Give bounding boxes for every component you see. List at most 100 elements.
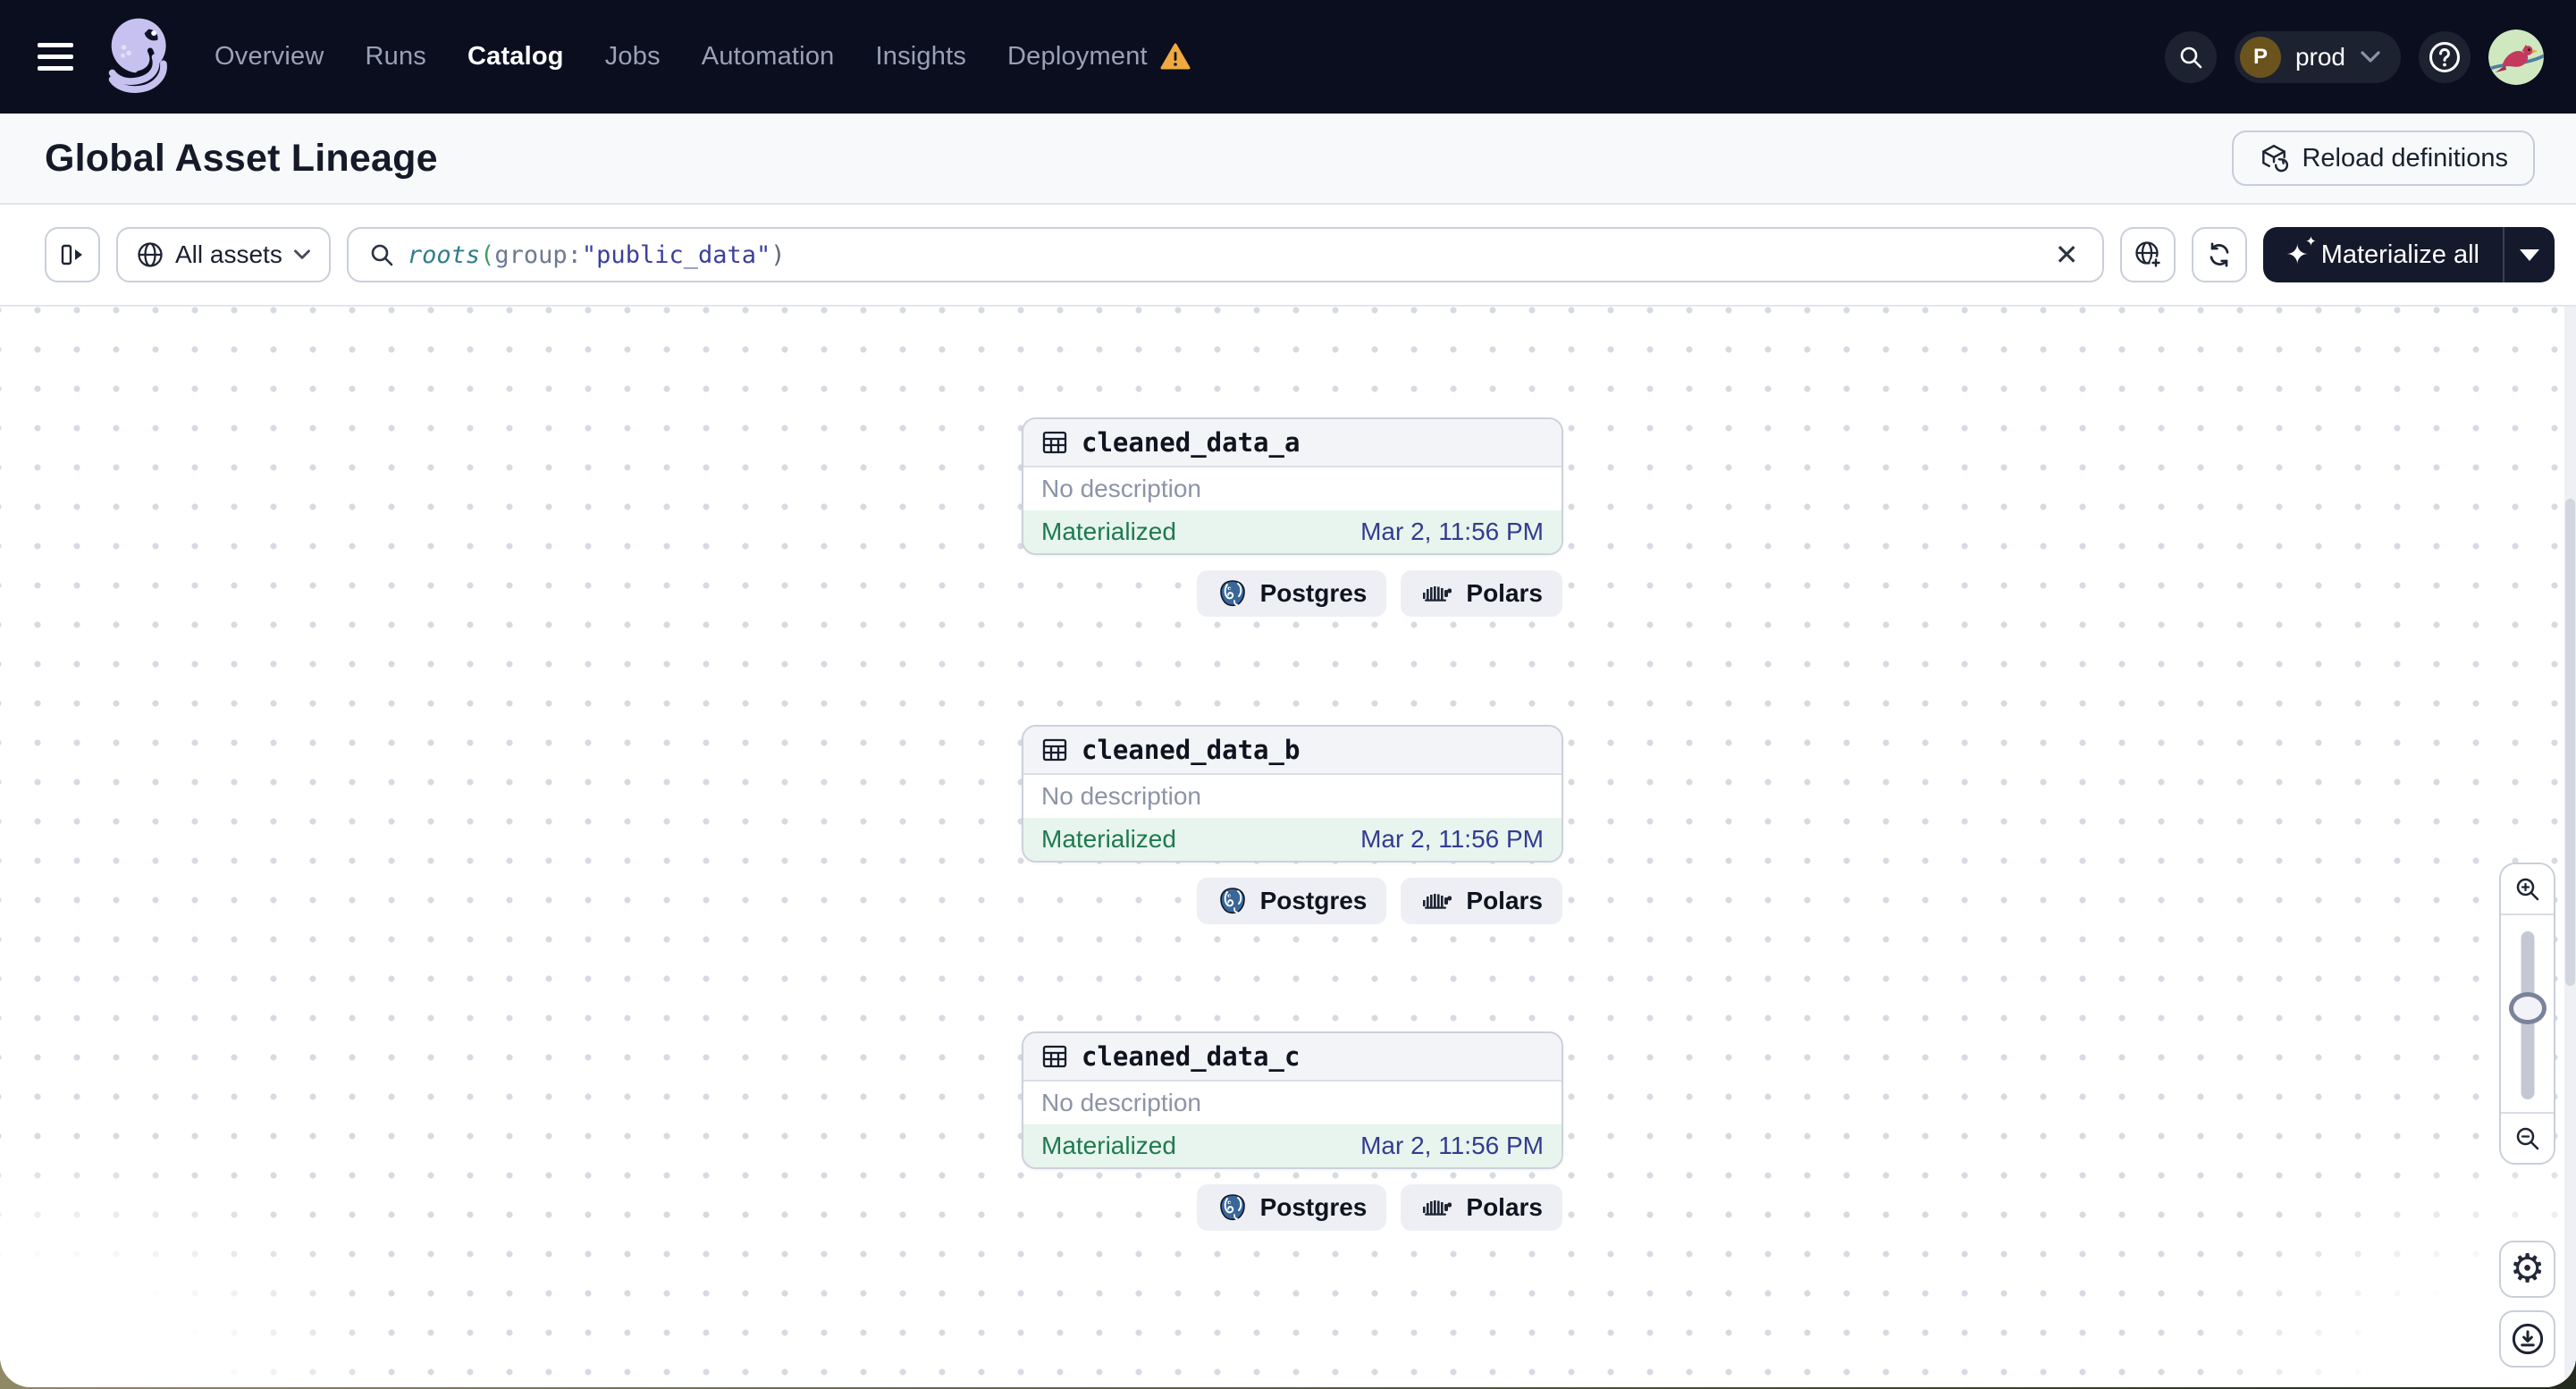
asset-kind-tags: Postgres Polars [1196, 878, 1562, 924]
zoom-in-button[interactable] [2501, 864, 2554, 915]
globe-plus-icon [2134, 241, 2162, 269]
asset-node-footer: Materialized Mar 2, 11:56 PM [1023, 1124, 1562, 1167]
asset-timestamp[interactable]: Mar 2, 11:56 PM [1360, 825, 1544, 854]
graph-settings-button[interactable]: ⚙ [2499, 1241, 2555, 1298]
refresh-button[interactable] [2191, 227, 2247, 282]
asset-name: cleaned_data_c [1082, 1041, 1301, 1072]
help-button[interactable] [2419, 30, 2471, 83]
kind-label: Postgres [1259, 1193, 1368, 1221]
asset-node-footer: Materialized Mar 2, 11:56 PM [1023, 818, 1562, 861]
page-title: Global Asset Lineage [45, 136, 438, 180]
query-token: group [494, 240, 568, 269]
kind-label: Polars [1466, 1193, 1543, 1221]
globe-icon [138, 242, 163, 267]
search-icon [371, 244, 393, 266]
dagster-logo[interactable] [104, 14, 177, 100]
user-avatar[interactable] [2488, 29, 2544, 85]
new-selection-button[interactable] [2119, 227, 2176, 282]
asset-node-cleaned-data-c[interactable]: cleaned_data_c No description Materializ… [1022, 1031, 1563, 1169]
asset-node-cleaned-data-a[interactable]: cleaned_data_a No description Materializ… [1022, 417, 1563, 555]
query-token: ( [480, 240, 495, 269]
asset-kind-tags: Postgres Polars [1196, 1184, 1562, 1231]
asset-node-cleaned-data-b[interactable]: cleaned_data_b No description Materializ… [1022, 725, 1563, 863]
nav-item-catalog[interactable]: Catalog [467, 42, 564, 72]
asset-node-body: No description [1023, 775, 1562, 818]
kind-label: Polars [1466, 887, 1543, 914]
query-token: ) [770, 240, 786, 269]
deployment-avatar: P [2239, 36, 2281, 78]
kind-tag-postgres[interactable]: Postgres [1196, 570, 1387, 617]
materialize-all-label: Materialize all [2320, 240, 2479, 269]
asset-description: No description [1041, 782, 1201, 810]
nav-item-insights[interactable]: Insights [875, 42, 966, 72]
kind-label: Postgres [1259, 887, 1368, 914]
kind-tag-postgres[interactable]: Postgres [1196, 878, 1387, 924]
polars-icon [1423, 1200, 1452, 1216]
asset-scope-label: All assets [175, 240, 282, 268]
deployment-name: prod [2294, 42, 2345, 71]
reload-code-location-icon [2262, 144, 2289, 173]
zoom-slider[interactable] [2501, 915, 2554, 1112]
primary-nav: Overview Runs Catalog Jobs Automation In… [215, 42, 1191, 72]
zoom-slider-thumb[interactable] [2508, 992, 2547, 1024]
caret-down-icon [2520, 248, 2539, 261]
asset-kind-tags: Postgres Polars [1196, 570, 1562, 617]
query-token: "public_data" [581, 240, 771, 269]
table-icon [1042, 1045, 1067, 1068]
clear-query-icon[interactable]: ✕ [2051, 237, 2083, 273]
asset-node-body: No description [1023, 1082, 1562, 1124]
top-nav: Overview Runs Catalog Jobs Automation In… [0, 0, 2576, 114]
asset-status: Materialized [1041, 518, 1176, 545]
asset-node-header: cleaned_data_b [1023, 727, 1562, 775]
asset-status: Materialized [1041, 825, 1176, 853]
kind-label: Polars [1466, 579, 1543, 607]
materialize-split-button: ✦ ✦ Materialize all [2262, 227, 2555, 282]
dagster-octopus-icon [108, 18, 167, 93]
asset-name: cleaned_data_b [1082, 735, 1301, 765]
nav-item-deployment[interactable]: Deployment [1007, 42, 1148, 72]
kind-tag-polars[interactable]: Polars [1401, 570, 1562, 617]
asset-selection-query: roots(group: "public_data") [408, 241, 2039, 269]
open-panel-button[interactable] [45, 227, 100, 282]
asset-description: No description [1041, 1089, 1201, 1116]
menu-icon[interactable] [38, 43, 73, 71]
nav-item-jobs[interactable]: Jobs [605, 42, 661, 72]
sparkles-icon: ✦ ✦ [2286, 233, 2317, 270]
asset-timestamp[interactable]: Mar 2, 11:56 PM [1360, 1132, 1544, 1160]
reload-definitions-label: Reload definitions [2302, 143, 2508, 173]
lineage-toolbar: All assets roots(group:"public_data") ✕ [0, 205, 2576, 307]
kind-tag-polars[interactable]: Polars [1401, 1184, 1562, 1231]
nav-right-cluster: P prod [2164, 29, 2544, 85]
deployment-switcher[interactable]: P prod [2234, 30, 2401, 83]
lineage-graph-canvas[interactable]: cleaned_data_a No description Materializ… [0, 307, 2576, 1387]
download-icon [2512, 1323, 2543, 1355]
polars-icon [1423, 894, 1452, 909]
asset-description: No description [1041, 475, 1201, 502]
chevron-down-icon [293, 249, 310, 259]
warning-icon [1160, 43, 1191, 70]
table-icon [1042, 738, 1067, 762]
postgres-icon [1219, 580, 1245, 607]
nav-item-automation[interactable]: Automation [702, 42, 835, 72]
query-token: : [567, 240, 582, 269]
search-icon [2180, 46, 2202, 68]
kind-tag-polars[interactable]: Polars [1401, 878, 1562, 924]
materialize-options-button[interactable] [2503, 227, 2555, 282]
nav-item-runs[interactable]: Runs [365, 42, 426, 72]
vertical-scrollbar[interactable] [2564, 307, 2576, 1387]
asset-name: cleaned_data_a [1082, 427, 1301, 458]
scrollbar-thumb[interactable] [2565, 499, 2575, 986]
asset-timestamp[interactable]: Mar 2, 11:56 PM [1360, 518, 1544, 546]
kind-tag-postgres[interactable]: Postgres [1196, 1184, 1387, 1231]
asset-selection-input[interactable]: roots(group: "public_data") ✕ [346, 227, 2104, 282]
asset-scope-dropdown[interactable]: All assets [116, 227, 331, 282]
zoom-out-icon [2516, 1127, 2538, 1149]
zoom-out-button[interactable] [2501, 1112, 2554, 1163]
download-image-button[interactable] [2499, 1310, 2555, 1368]
global-search-button[interactable] [2164, 30, 2217, 83]
polars-icon [1423, 586, 1452, 602]
asset-node-body: No description [1023, 467, 1562, 510]
nav-item-overview[interactable]: Overview [215, 42, 324, 72]
reload-definitions-button[interactable]: Reload definitions [2232, 130, 2535, 186]
materialize-all-button[interactable]: ✦ ✦ Materialize all [2263, 227, 2503, 282]
